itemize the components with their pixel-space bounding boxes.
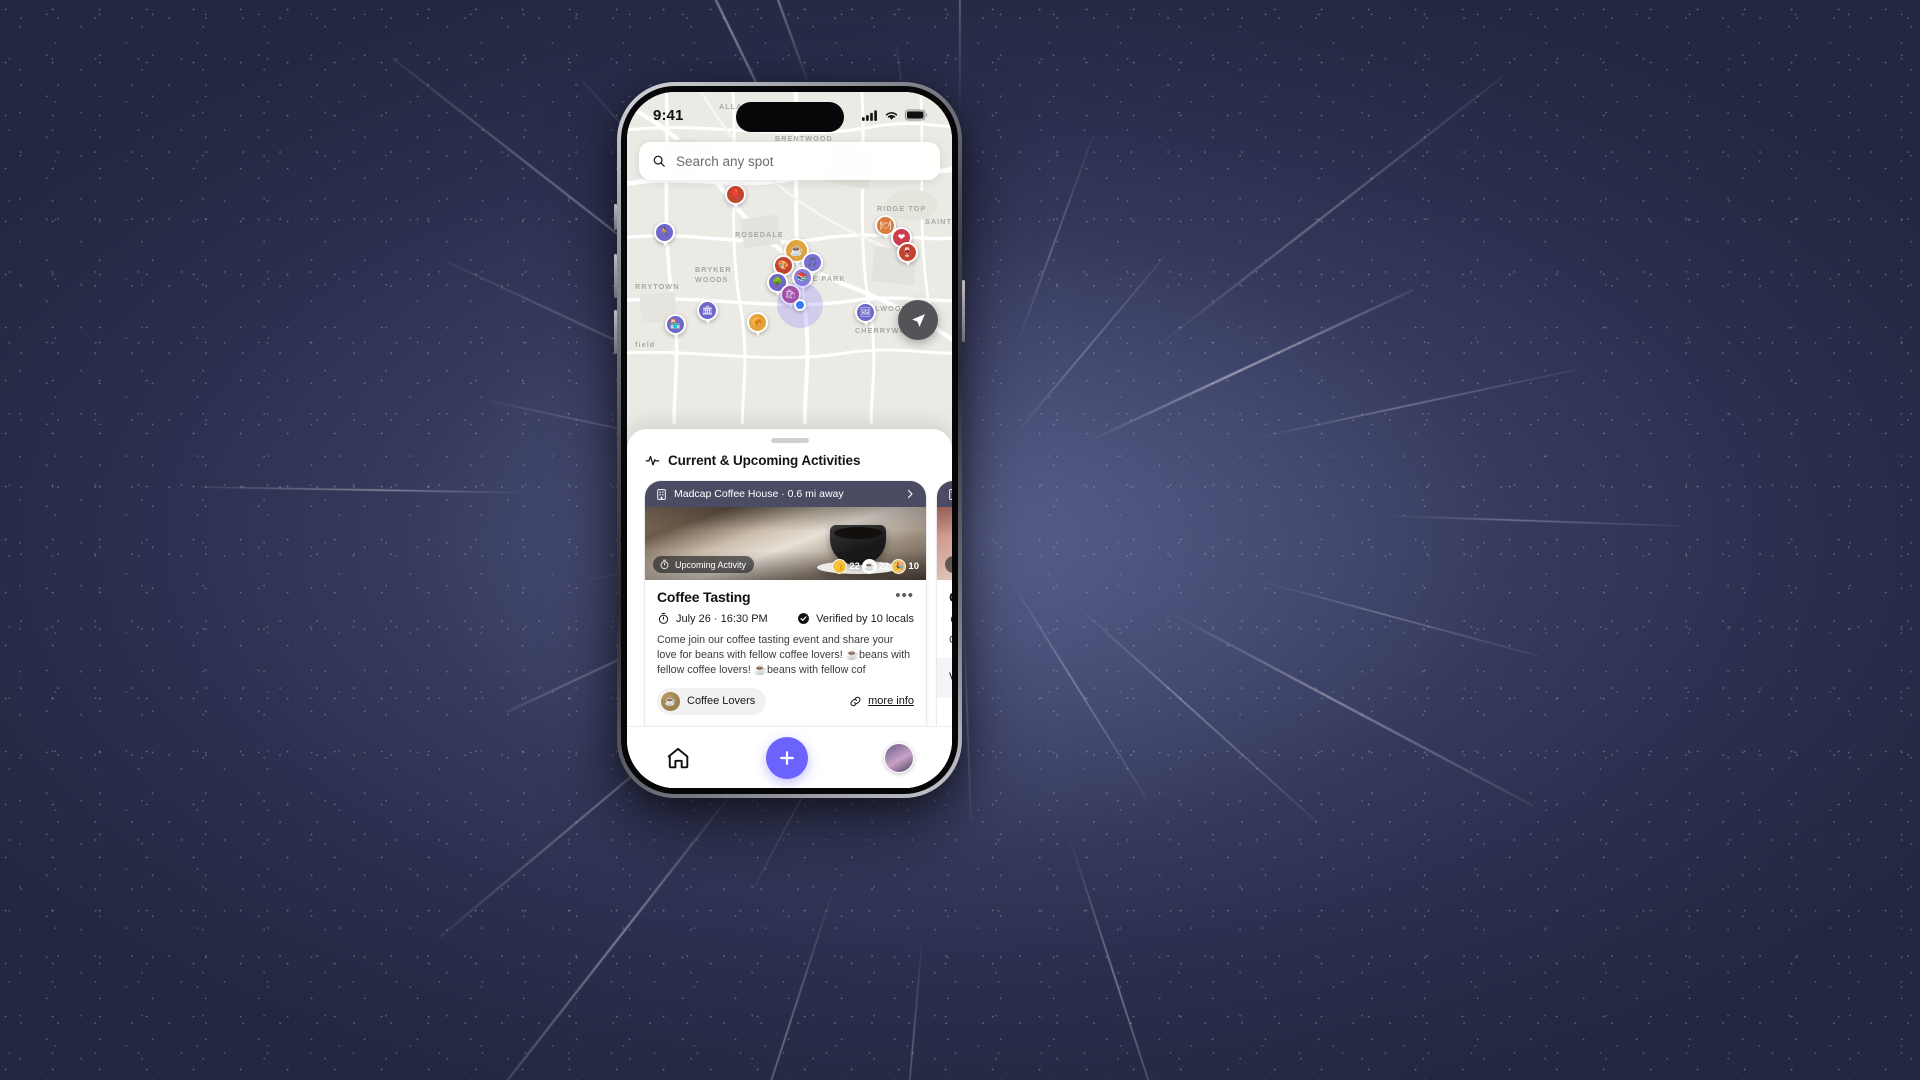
link-icon: [849, 695, 862, 708]
map-label: RRYTOWN: [635, 282, 679, 291]
card-venue-header[interactable]: Madcap Coffee House · 0.6 mi away: [645, 481, 926, 507]
reaction-emoji: ☕: [862, 559, 877, 574]
upcoming-activity-badge: Upcoming Activity: [653, 556, 754, 573]
upcoming-activity-label: Upcoming Activity: [675, 560, 746, 570]
community-name: Coffee Lovers: [687, 695, 755, 707]
verify-activity-bar: V: [937, 658, 952, 698]
more-info-label[interactable]: more info: [868, 695, 914, 707]
reaction-item[interactable]: 👍 22: [832, 559, 860, 574]
locate-me-button[interactable]: [898, 300, 938, 340]
card-meta-row: July 26 · 16:30 PM Verified by 10 locals: [657, 612, 914, 625]
card-body: Coffee Tasting ••• July 26 · 16:30 PM Ve…: [645, 580, 926, 715]
activity-time-group: [949, 612, 952, 625]
phone-bezel: ALLANDALEBRENTWOODRIDGE TOPSAINTROSEDALE…: [621, 86, 958, 794]
reaction-emoji: 🎉: [891, 559, 906, 574]
navigate-icon: [910, 312, 927, 329]
building-icon: [947, 488, 952, 501]
verified-group: Verified by 10 locals: [797, 612, 914, 625]
map-pin-event[interactable]: 🎈: [725, 184, 746, 205]
verified-check-icon: [797, 612, 810, 625]
search-bar[interactable]: Search any spot: [639, 142, 940, 180]
activity-card[interactable]: Upcoming Activity C: [937, 481, 952, 766]
verified-label: Verified by 10 locals: [816, 613, 914, 625]
activity-title: C: [949, 589, 952, 605]
reaction-count: 10: [908, 561, 919, 572]
create-button[interactable]: [766, 737, 808, 779]
activity-description: C fo co: [949, 633, 952, 648]
plus-icon: [777, 748, 797, 768]
activities-carousel[interactable]: Madcap Coffee House · 0.6 mi away Upcomi…: [627, 481, 952, 766]
card-body: C C fo co: [937, 580, 952, 648]
section-title-activities: Current & Upcoming Activities: [668, 453, 860, 468]
card-title-row: C: [949, 589, 952, 605]
map-label: BRYKER: [695, 265, 732, 274]
card-chip-row: ☕ Coffee Lovers more info: [657, 688, 914, 715]
activity-card[interactable]: Madcap Coffee House · 0.6 mi away Upcomi…: [645, 481, 926, 766]
dynamic-island: [736, 102, 844, 132]
verify-activity-label: V: [949, 672, 952, 684]
activity-pulse-icon: [645, 453, 660, 468]
map-pin-bakery[interactable]: 🥐: [747, 312, 768, 333]
reaction-item[interactable]: 🎉 10: [891, 559, 919, 574]
activity-time: July 26 · 16:30 PM: [676, 613, 768, 625]
chevron-right-icon[interactable]: [904, 488, 916, 500]
card-venue-label: Madcap Coffee House · 0.6 mi away: [674, 488, 898, 500]
card-photo[interactable]: Upcoming Activity 👍 22 ☕ 22 🎉 10: [645, 507, 926, 580]
map-pin-bar[interactable]: 🍷: [897, 242, 918, 263]
reaction-count: 22: [849, 561, 860, 572]
community-chip[interactable]: ☕ Coffee Lovers: [657, 688, 766, 715]
stopwatch-icon: [951, 559, 952, 570]
profile-avatar[interactable]: [884, 743, 914, 773]
map-pin-museum[interactable]: 🏛: [697, 300, 718, 321]
search-input[interactable]: Search any spot: [676, 154, 774, 169]
phone-device-frame: ALLANDALEBRENTWOODRIDGE TOPSAINTROSEDALE…: [617, 82, 962, 798]
reaction-count: 22: [879, 561, 890, 572]
home-icon: [665, 745, 691, 771]
activity-description: Come join our coffee tasting event and s…: [657, 633, 914, 679]
bottom-tab-bar: [627, 726, 952, 788]
map-label: WOODS: [695, 275, 728, 284]
ellipsis-icon[interactable]: •••: [895, 591, 914, 604]
card-photo[interactable]: Upcoming Activity: [937, 507, 952, 580]
stopwatch-icon: [657, 612, 670, 625]
more-info-link[interactable]: more info: [849, 695, 914, 708]
stopwatch-icon: [949, 612, 952, 625]
card-venue-header[interactable]: [937, 481, 952, 507]
activity-time-group: July 26 · 16:30 PM: [657, 612, 768, 625]
map-pin-sport[interactable]: 🏃: [654, 222, 675, 243]
stopwatch-icon: [659, 559, 670, 570]
map-pin-gallery[interactable]: 🖼: [855, 302, 876, 323]
search-icon: [652, 154, 666, 168]
phone-button-volume-up: [614, 254, 617, 298]
card-meta-row: [949, 612, 952, 625]
reaction-emoji: 👍: [832, 559, 847, 574]
phone-button-power: [962, 280, 965, 342]
phone-button-volume-down: [614, 310, 617, 354]
activity-title: Coffee Tasting: [657, 589, 750, 605]
map-label: field: [635, 340, 655, 349]
reaction-item[interactable]: ☕ 22: [862, 559, 890, 574]
coffee-cup-icon: ☕: [661, 692, 680, 711]
user-location-dot: [794, 299, 806, 311]
reactions-list[interactable]: 👍 22 ☕ 22 🎉 10: [832, 559, 919, 574]
card-title-row: Coffee Tasting •••: [657, 589, 914, 605]
section-header-activities: Current & Upcoming Activities: [627, 443, 952, 468]
phone-screen: ALLANDALEBRENTWOODRIDGE TOPSAINTROSEDALE…: [627, 92, 952, 788]
tab-home[interactable]: [665, 745, 691, 771]
map-label: ROSEDALE: [735, 230, 784, 239]
map-pin-market[interactable]: 🏪: [665, 314, 686, 335]
map-label: SAINT: [925, 217, 952, 226]
building-icon: [655, 488, 668, 501]
phone-button-silent: [614, 204, 617, 230]
map-label: RIDGE TOP: [877, 204, 926, 213]
